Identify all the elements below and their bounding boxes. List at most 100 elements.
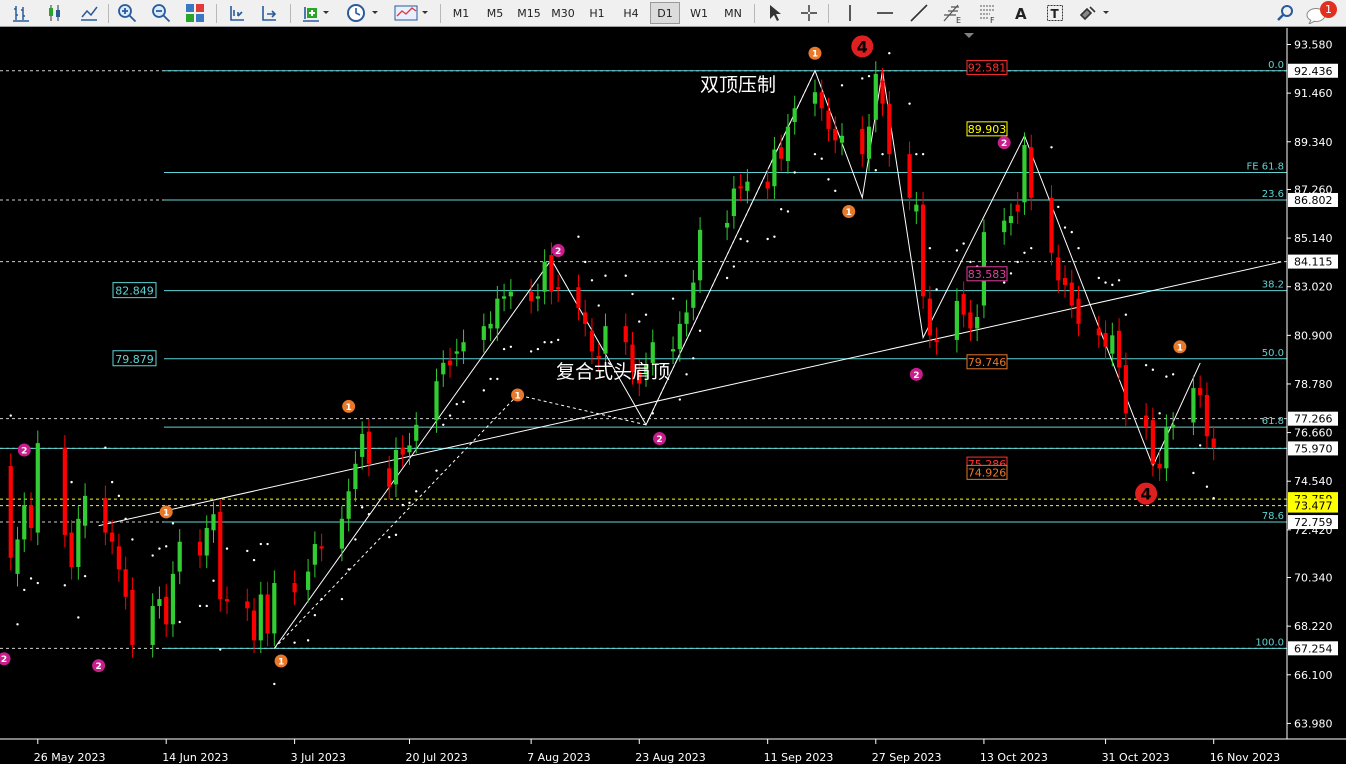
candle-body bbox=[22, 505, 27, 540]
fib-level-label: 23.6 bbox=[1262, 189, 1284, 200]
svg-text:F: F bbox=[990, 16, 995, 23]
sar-dot bbox=[1063, 226, 1067, 229]
templates-icon[interactable] bbox=[392, 2, 432, 24]
date-tick-label: 23 Aug 2023 bbox=[635, 751, 705, 764]
candle-body bbox=[792, 108, 797, 123]
sar-dot bbox=[955, 249, 959, 252]
sar-dot bbox=[273, 682, 276, 686]
text-label-icon[interactable]: T bbox=[1042, 2, 1068, 24]
tile-windows-icon[interactable] bbox=[182, 2, 208, 24]
clock-icon[interactable] bbox=[344, 2, 382, 24]
date-tick-label: 13 Oct 2023 bbox=[980, 751, 1048, 764]
search-icon[interactable] bbox=[1272, 2, 1298, 24]
wave-label-number: 2 bbox=[1001, 139, 1007, 149]
timeframe-button-W1[interactable]: W1 bbox=[684, 2, 714, 24]
sar-dot bbox=[394, 533, 398, 537]
sar-dot bbox=[158, 547, 161, 550]
bar-chart-icon[interactable] bbox=[8, 2, 34, 24]
candle-body bbox=[839, 135, 845, 143]
candle-body bbox=[461, 342, 466, 352]
candle-body bbox=[603, 326, 608, 354]
candlestick-icon[interactable] bbox=[42, 2, 68, 24]
sar-dot bbox=[928, 246, 932, 250]
candle-body bbox=[393, 450, 399, 485]
candle-body bbox=[211, 514, 216, 531]
timeframe-button-M5[interactable]: M5 bbox=[480, 2, 510, 24]
candle-body bbox=[725, 222, 730, 228]
shapes-icon[interactable] bbox=[1076, 2, 1116, 24]
candle-body bbox=[1116, 330, 1122, 368]
date-tick-label: 11 Sep 2023 bbox=[764, 751, 834, 764]
indicators-icon[interactable] bbox=[298, 2, 334, 24]
wave-label-number: 2 bbox=[555, 247, 561, 257]
sar-dot bbox=[83, 574, 87, 578]
candle-body bbox=[1022, 144, 1027, 203]
wave-label-number: 1 bbox=[278, 658, 284, 668]
horizontal-line-icon[interactable] bbox=[872, 2, 898, 24]
cursor-icon[interactable] bbox=[762, 2, 788, 24]
sar-dot bbox=[1023, 251, 1026, 254]
toolbar-separator bbox=[828, 4, 829, 23]
sar-dot bbox=[252, 558, 256, 562]
grid-tool-icon[interactable]: F bbox=[974, 2, 1000, 24]
svg-text:E: E bbox=[956, 16, 961, 23]
candle-body bbox=[785, 126, 791, 162]
timeframe-button-H4[interactable]: H4 bbox=[616, 2, 646, 24]
candle-body bbox=[968, 312, 973, 329]
line-chart-icon[interactable] bbox=[76, 2, 102, 24]
chart-shift-icon[interactable] bbox=[256, 2, 282, 24]
sar-dot bbox=[489, 377, 492, 381]
candle-body bbox=[123, 569, 128, 597]
sar-dot bbox=[401, 503, 404, 507]
sar-dot bbox=[813, 152, 817, 156]
vertical-line-icon[interactable] bbox=[838, 2, 862, 24]
price-label-text: 79.746 bbox=[968, 356, 1007, 369]
trendline-icon[interactable] bbox=[906, 2, 932, 24]
candle-body bbox=[691, 282, 696, 308]
candle-body bbox=[1164, 427, 1169, 469]
sar-dot bbox=[117, 494, 121, 498]
notification-icon[interactable]: 1 bbox=[1304, 1, 1342, 24]
candle-body bbox=[508, 291, 513, 297]
level-box-label: 79.879 bbox=[115, 353, 154, 366]
price-label-text: 92.581 bbox=[968, 61, 1007, 74]
candle-body bbox=[224, 599, 230, 602]
candle-body bbox=[1171, 424, 1176, 428]
sar-dot bbox=[306, 639, 310, 642]
sar-dot bbox=[604, 274, 607, 277]
candle-body bbox=[535, 296, 540, 299]
timeframe-button-M30[interactable]: M30 bbox=[548, 2, 578, 24]
price-chart[interactable]: 0.0 FE 61.8 23.6 38.2 50.0 61.8 78.6 100.0 82.8… bbox=[0, 28, 1346, 764]
candle-body bbox=[765, 181, 770, 189]
date-tick-label: 26 May 2023 bbox=[34, 751, 106, 764]
zoom-in-icon[interactable] bbox=[114, 2, 140, 24]
sar-dot bbox=[962, 242, 965, 245]
svg-text:A: A bbox=[1015, 5, 1027, 22]
head-shoulders-annotation: 复合式头肩顶 bbox=[556, 361, 670, 383]
sar-dot bbox=[861, 77, 864, 80]
sar-dot bbox=[536, 347, 540, 351]
candle-body bbox=[414, 424, 419, 441]
zoom-out-icon[interactable] bbox=[148, 2, 174, 24]
candle-body bbox=[833, 128, 838, 141]
autoscroll-icon[interactable] bbox=[224, 2, 250, 24]
candle-body bbox=[1069, 282, 1074, 306]
text-icon[interactable]: A bbox=[1008, 2, 1034, 24]
toolbar: M1 M5 M15 M30 H1 H4 D1 W1 MN E F A T 1 bbox=[0, 0, 1346, 27]
timeframe-button-M15[interactable]: M15 bbox=[514, 2, 544, 24]
crosshair-icon[interactable] bbox=[796, 2, 822, 24]
timeframe-button-D1[interactable]: D1 bbox=[650, 2, 680, 24]
timeframe-button-M1[interactable]: M1 bbox=[446, 2, 476, 24]
candle-body bbox=[576, 287, 581, 308]
sar-dot bbox=[773, 235, 776, 238]
sar-dot bbox=[266, 542, 269, 546]
sar-dot bbox=[556, 338, 560, 342]
candle-body bbox=[407, 445, 412, 453]
wave-label-number: 1 bbox=[514, 391, 520, 401]
fibonacci-icon[interactable]: E bbox=[940, 2, 966, 24]
sar-dot bbox=[36, 581, 39, 585]
timeframe-button-H1[interactable]: H1 bbox=[582, 2, 612, 24]
price-label-text: 83.583 bbox=[968, 268, 1007, 281]
sar-dot bbox=[293, 641, 296, 644]
timeframe-button-MN[interactable]: MN bbox=[718, 2, 748, 24]
